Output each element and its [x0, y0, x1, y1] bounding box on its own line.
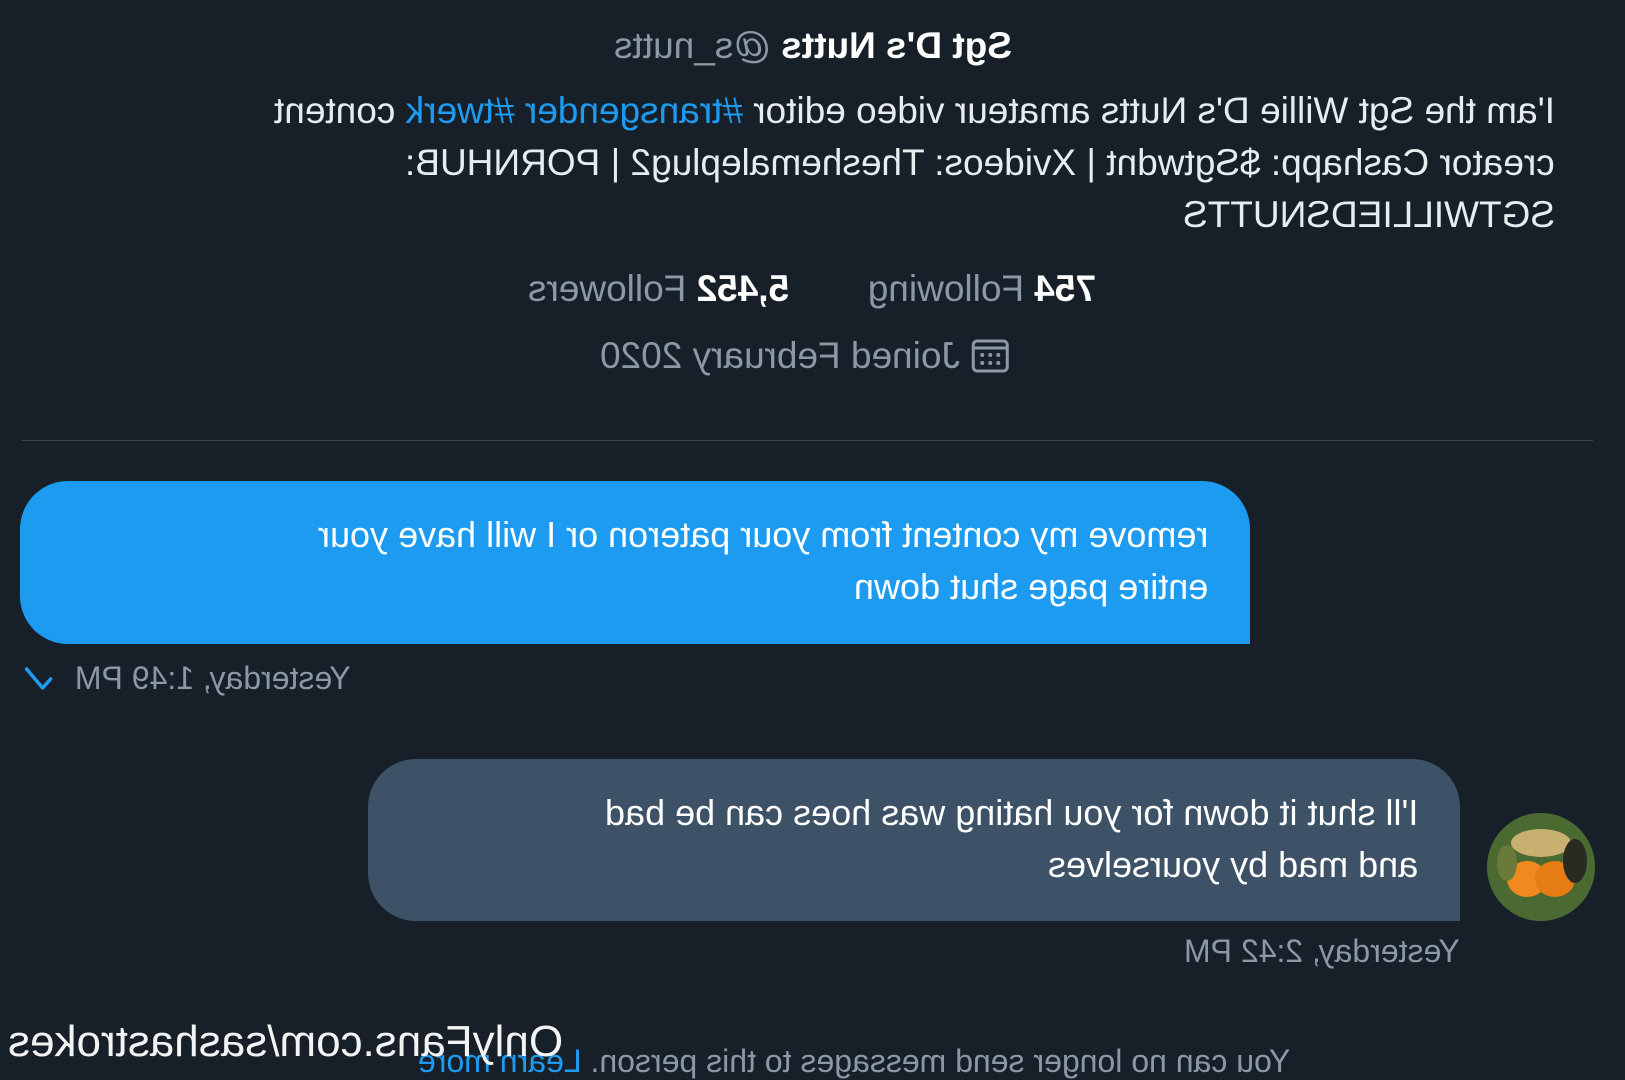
profile-name-line: Sgt D's Nutts @s_nutts: [0, 25, 1625, 71]
watermark-text: OnlyFans.com/sashastrokes: [8, 1017, 564, 1066]
bio-line2: creator Cashapp: $Sgtwdnt | Xvideos: The…: [405, 142, 1555, 183]
message-timestamp-1: Yesterday, 1:49 PM: [24, 660, 351, 700]
message-time: Yesterday, 1:49 PM: [74, 660, 351, 696]
followers-label: Followers: [528, 268, 687, 309]
bio-line1-suffix: content: [274, 90, 406, 131]
bio-row-1: I'am the Sgt Willie D's Nutts amateur vi…: [90, 85, 1555, 137]
bio-row-3: SGTWILLIEDSNUTTS: [90, 189, 1555, 241]
message-bubble-sent[interactable]: remove my content from your pateron or I…: [20, 481, 1250, 644]
avatar[interactable]: [1487, 813, 1595, 921]
bio-line1-prefix: I'am the Sgt Willie D's Nutts amateur vi…: [743, 90, 1555, 131]
divider: [22, 440, 1593, 441]
message-text-line-1: I'll shut it down for you hating was hoe…: [604, 792, 1418, 833]
dm-conversation-screen: Sgt D's Nutts @s_nutts I'am the Sgt Will…: [0, 0, 1625, 1080]
profile-handle[interactable]: @s_nutts: [614, 25, 771, 66]
blocked-notice-text: You can no longer send messages to this …: [590, 1043, 1290, 1079]
following-count: 754: [1034, 268, 1097, 309]
bio-hashtags-link[interactable]: #transgender #twerk: [406, 90, 743, 131]
check-icon: [25, 667, 53, 690]
profile-display-name[interactable]: Sgt D's Nutts: [781, 25, 1012, 66]
message-timestamp-2: Yesterday, 2:42 PM: [1160, 933, 1460, 973]
message-text-line-1: remove my content from your pateron or I…: [317, 514, 1208, 555]
following-label: Following: [868, 268, 1025, 309]
bio-line3: SGTWILLIEDSNUTTS: [1182, 194, 1555, 235]
following-link[interactable]: 754 Following: [858, 268, 1097, 309]
bio-row-2: creator Cashapp: $Sgtwdnt | Xvideos: The…: [90, 137, 1555, 189]
message-text-line-2: and mad by yourselves: [1047, 844, 1418, 885]
profile-stats: 754 Following 5,452 Followers: [0, 268, 1625, 316]
profile-joined: Joined February 2020: [0, 335, 1625, 383]
watermark: OnlyFans.com/sashastrokes: [8, 1017, 563, 1069]
profile-bio: I'am the Sgt Willie D's Nutts amateur vi…: [90, 85, 1555, 241]
followers-link[interactable]: 5,452 Followers: [528, 268, 789, 309]
message-bubble-received[interactable]: I'll shut it down for you hating was hoe…: [368, 759, 1460, 921]
followers-count: 5,452: [697, 268, 790, 309]
joined-date: Joined February 2020: [600, 335, 961, 376]
message-time: Yesterday, 2:42 PM: [1184, 933, 1460, 969]
profile-name-group: Sgt D's Nutts @s_nutts: [614, 25, 1012, 67]
calendar-icon: [972, 339, 1010, 373]
message-text-line-2: entire page shut down: [853, 566, 1208, 607]
avatar-image: [1487, 813, 1595, 921]
